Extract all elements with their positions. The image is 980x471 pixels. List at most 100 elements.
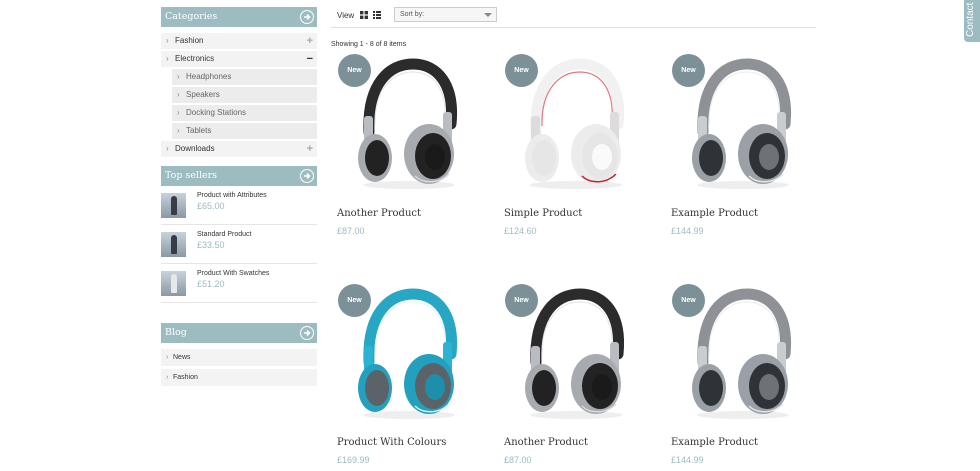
- left-pad: [532, 140, 556, 176]
- blog-list: › News › Fashion: [161, 349, 317, 386]
- top-seller-price: £33.50: [197, 240, 225, 250]
- product-name[interactable]: Product With Colours: [337, 437, 446, 448]
- sort-select[interactable]: Sort by:: [394, 7, 497, 22]
- arrow-circle-icon[interactable]: [300, 10, 314, 24]
- category-list: › Fashion + › Electronics − › Headphones…: [161, 33, 317, 157]
- sidebar: Categories › Fashion + › Electronics − ›…: [161, 7, 317, 389]
- blog-item-label: Fashion: [173, 374, 198, 381]
- chevron-right-icon: ›: [166, 144, 169, 153]
- chevron-right-icon: ›: [166, 354, 169, 361]
- right-hub: [759, 144, 779, 170]
- blog-item-label: News: [173, 354, 191, 361]
- arrow-circle-icon[interactable]: [300, 326, 314, 340]
- new-badge: New: [672, 54, 705, 87]
- blog-panel: Blog › News › Fashion: [161, 323, 317, 386]
- product-name[interactable]: Simple Product: [504, 208, 582, 219]
- category-label: Downloads: [175, 144, 215, 153]
- product-price: £124.60: [504, 226, 537, 236]
- product-price: £144.99: [671, 226, 704, 236]
- category-item-electronics[interactable]: › Electronics −: [161, 51, 317, 67]
- blog-header: Blog: [161, 323, 317, 343]
- right-hub: [425, 374, 445, 400]
- headband: [697, 58, 792, 138]
- top-seller-name[interactable]: Product With Swatches: [197, 270, 269, 277]
- new-badge: New: [672, 284, 705, 317]
- category-item-headphones[interactable]: › Headphones: [172, 69, 317, 85]
- chevron-right-icon: ›: [177, 72, 180, 81]
- left-pad: [365, 370, 389, 406]
- category-label: Tablets: [186, 126, 212, 135]
- categories-header: Categories: [161, 7, 317, 27]
- category-item-docking-stations[interactable]: › Docking Stations: [172, 105, 317, 121]
- category-label: Fashion: [175, 36, 204, 45]
- product-price: £87.00: [504, 455, 532, 465]
- top-seller-name[interactable]: Product with Attributes: [197, 192, 267, 199]
- blog-item-news[interactable]: › News: [161, 349, 317, 366]
- top-seller-item[interactable]: Standard Product £33.50: [161, 225, 317, 264]
- right-hub: [592, 144, 612, 170]
- contact-tab[interactable]: Contact: [964, 0, 980, 42]
- chevron-right-icon: ›: [166, 36, 169, 45]
- new-badge: New: [338, 284, 371, 317]
- top-sellers-header: Top sellers: [161, 166, 317, 186]
- top-seller-item[interactable]: Product with Attributes £65.00: [161, 186, 317, 225]
- blog-title: Blog: [165, 327, 187, 338]
- expand-icon[interactable]: +: [307, 141, 313, 157]
- left-pad: [699, 140, 723, 176]
- category-item-tablets[interactable]: › Tablets: [172, 123, 317, 139]
- list-view-icon[interactable]: [373, 11, 381, 19]
- expand-icon[interactable]: +: [307, 33, 313, 49]
- right-hub: [425, 144, 445, 170]
- chevron-right-icon: ›: [166, 54, 169, 63]
- new-badge: New: [505, 54, 538, 87]
- product-thumbnail[interactable]: [161, 193, 186, 218]
- chevron-right-icon: ›: [166, 374, 169, 381]
- shadow: [697, 181, 789, 189]
- top-seller-price: £51.20: [197, 279, 225, 289]
- top-sellers-panel: Top sellers Product with Attributes £65.…: [161, 166, 317, 303]
- shadow: [363, 181, 455, 189]
- product-name[interactable]: Another Product: [504, 437, 588, 448]
- right-hub: [759, 374, 779, 400]
- top-seller-item[interactable]: Product With Swatches £51.20: [161, 264, 317, 303]
- listing-toolbar: View Sort by:: [331, 6, 816, 28]
- headband: [697, 288, 792, 368]
- shadow: [530, 181, 622, 189]
- sort-placeholder: Sort by:: [400, 11, 425, 18]
- category-item-fashion[interactable]: › Fashion +: [161, 33, 317, 49]
- left-pad: [699, 370, 723, 406]
- arrow-circle-icon[interactable]: [300, 169, 314, 183]
- shadow: [363, 411, 455, 419]
- grid-view-icon[interactable]: [360, 11, 368, 19]
- chevron-right-icon: ›: [177, 108, 180, 117]
- left-pad: [532, 370, 556, 406]
- category-label: Headphones: [186, 72, 232, 81]
- product-name[interactable]: Another Product: [337, 208, 421, 219]
- category-item-downloads[interactable]: › Downloads +: [161, 141, 317, 157]
- category-label: Speakers: [186, 90, 220, 99]
- top-seller-name[interactable]: Standard Product: [197, 231, 251, 238]
- product-name[interactable]: Example Product: [671, 208, 758, 219]
- headband: [363, 58, 458, 138]
- chevron-right-icon: ›: [177, 126, 180, 135]
- category-label: Docking Stations: [186, 108, 247, 117]
- top-sellers-title: Top sellers: [165, 170, 218, 181]
- product-price: £144.99: [671, 455, 704, 465]
- product-thumbnail[interactable]: [161, 271, 186, 296]
- product-name[interactable]: Example Product: [671, 437, 758, 448]
- results-count: Showing 1 - 8 of 8 items: [331, 41, 407, 48]
- view-label: View: [337, 11, 355, 20]
- category-label: Electronics: [175, 54, 215, 63]
- categories-title: Categories: [165, 11, 218, 22]
- chevron-right-icon: ›: [177, 90, 180, 99]
- new-badge: New: [505, 284, 538, 317]
- collapse-icon[interactable]: −: [307, 51, 313, 67]
- blog-item-fashion[interactable]: › Fashion: [161, 369, 317, 386]
- product-thumbnail[interactable]: [161, 232, 186, 257]
- product-price: £87.00: [337, 226, 365, 236]
- product-price: £169.99: [337, 455, 370, 465]
- headband: [530, 58, 625, 138]
- category-item-speakers[interactable]: › Speakers: [172, 87, 317, 103]
- left-pad: [365, 140, 389, 176]
- headband: [363, 288, 458, 368]
